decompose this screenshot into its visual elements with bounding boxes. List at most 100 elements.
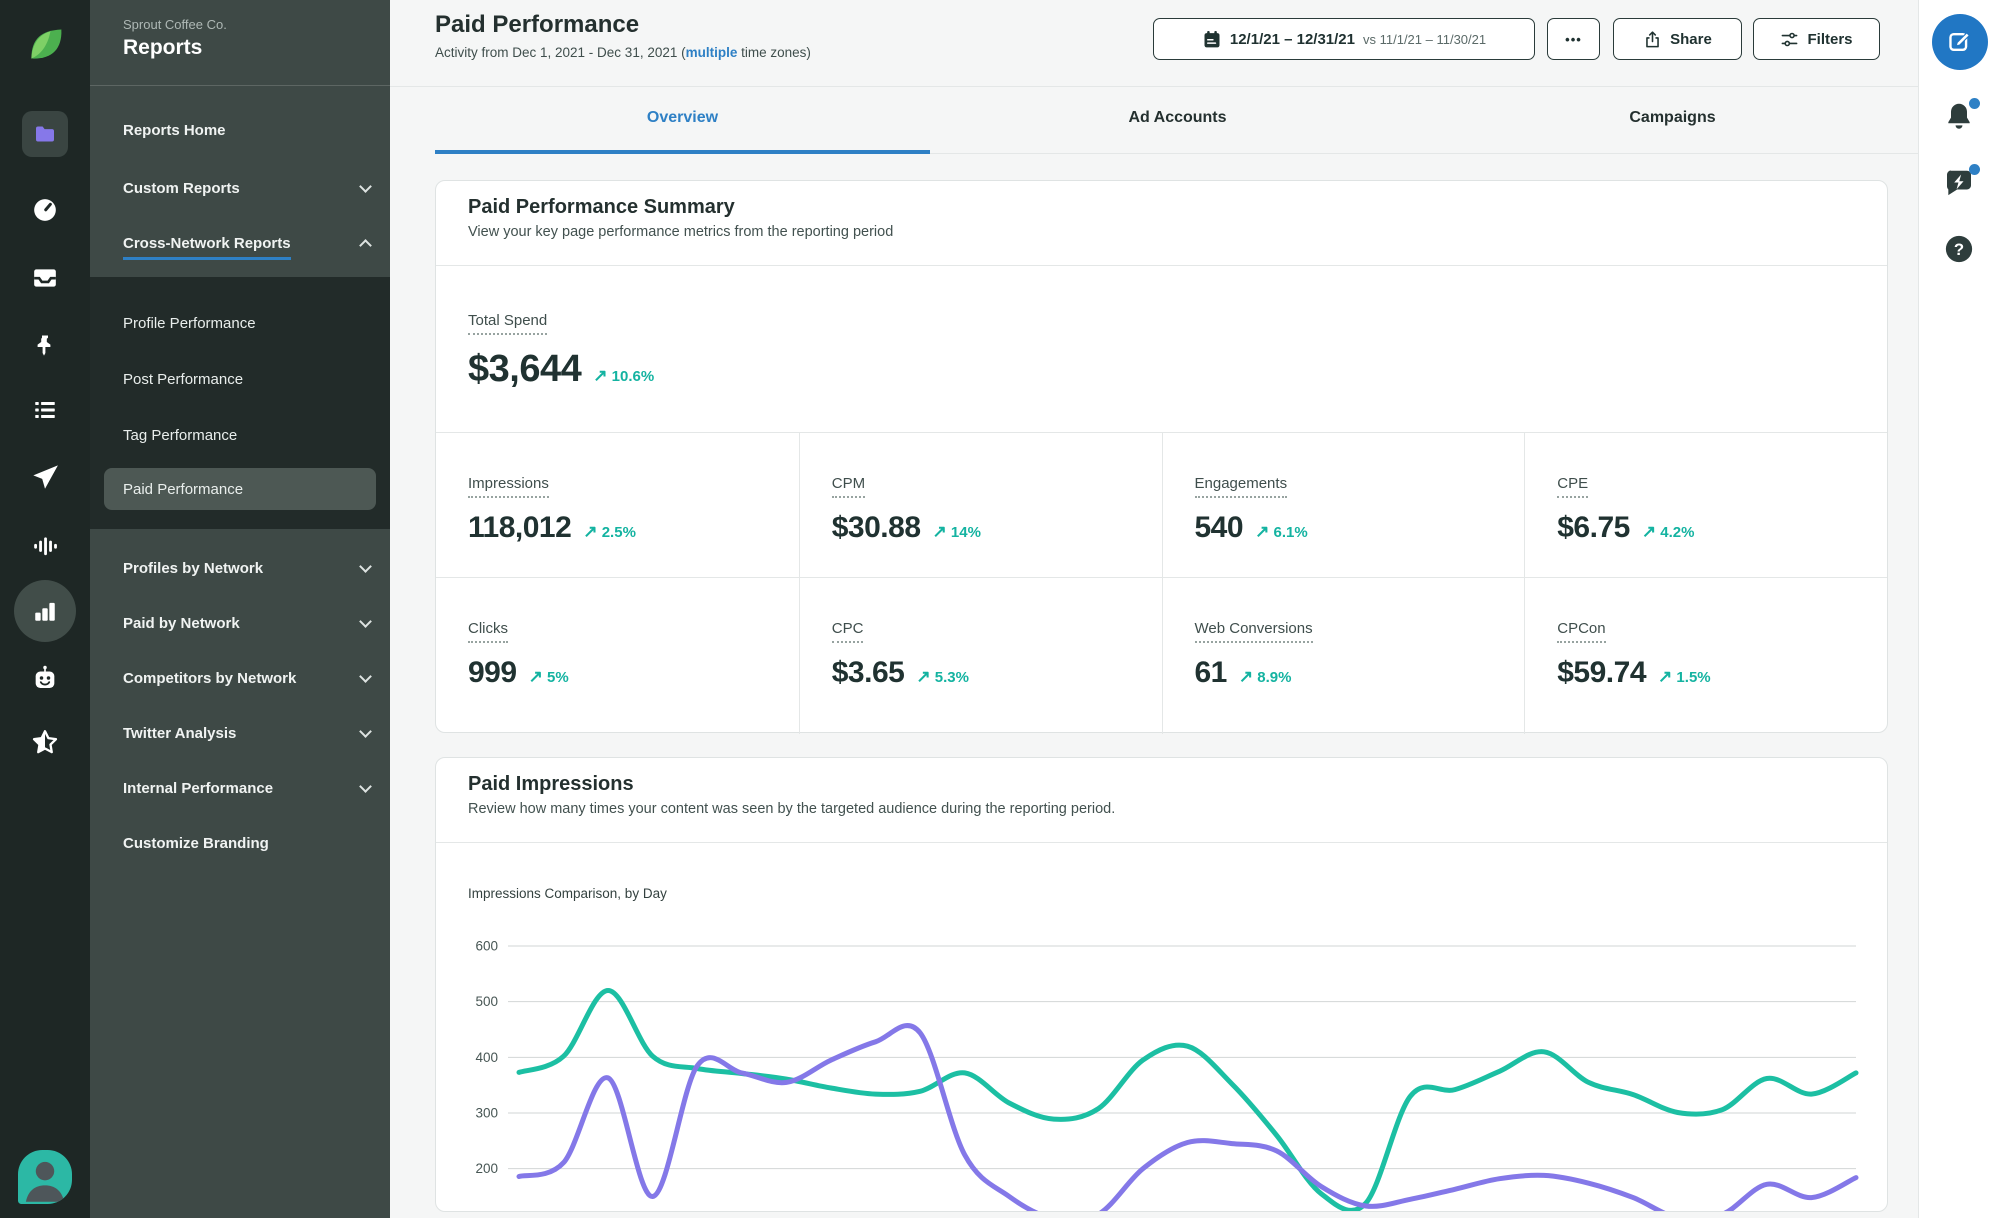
sidebar-item-twitter-analysis[interactable]: Twitter Analysis xyxy=(90,711,390,755)
report-tabs: Overview Ad Accounts Campaigns xyxy=(435,86,1920,154)
metric-label[interactable]: Clicks xyxy=(468,620,508,643)
sidebar-item-competitors-by-network[interactable]: Competitors by Network xyxy=(90,656,390,700)
sidebar-item-custom-reports[interactable]: Custom Reports xyxy=(90,166,390,210)
metric-cell-cpe: CPE $6.75 ↗ 4.2% xyxy=(1524,432,1887,577)
metric-cell-engagements: Engagements 540 ↗ 6.1% xyxy=(1161,432,1525,577)
favorites-star-icon[interactable] xyxy=(30,727,60,757)
tab-overview[interactable]: Overview xyxy=(435,86,930,154)
sidebar-item-label: Profiles by Network xyxy=(123,559,264,577)
metric-label[interactable]: CPE xyxy=(1557,475,1589,498)
impressions-card-subtitle: Review how many times your content was s… xyxy=(468,801,1116,817)
chevron-up-icon xyxy=(359,239,372,252)
impressions-card-header: Paid Impressions Review how many times y… xyxy=(436,758,1887,843)
metric-value: 540 xyxy=(1194,511,1244,544)
main-content: Paid Performance Activity from Dec 1, 20… xyxy=(390,0,1920,1218)
multiple-timezones-link[interactable]: multiple xyxy=(686,45,738,60)
sidebar-item-label: Internal Performance xyxy=(123,779,274,797)
metric-cell-impressions: Impressions 118,012 ↗ 2.5% xyxy=(436,432,799,577)
tab-campaigns[interactable]: Campaigns xyxy=(1425,86,1920,154)
page-title: Paid Performance xyxy=(435,11,640,38)
sprout-leaf-logo-icon[interactable] xyxy=(23,22,67,66)
metric-label[interactable]: CPC xyxy=(831,620,864,643)
notification-badge xyxy=(1968,98,1980,109)
trend-up-icon: ↗ xyxy=(1238,667,1254,686)
total-spend-metric: Total Spend $3,644 ↗ 10.6% xyxy=(436,266,1887,432)
app-icon-rail xyxy=(0,0,90,1218)
share-button[interactable]: Share xyxy=(1613,18,1742,60)
sidebar-item-internal-performance[interactable]: Internal Performance xyxy=(90,766,390,810)
subtitle-text: Activity from Dec 1, 2021 - Dec 31, 2021… xyxy=(435,45,686,60)
automation-bot-icon[interactable] xyxy=(30,663,60,693)
chart-line-teal-series[interactable] xyxy=(516,988,1859,1211)
y-axis-tick-label: 600 xyxy=(475,939,498,954)
metric-cell-clicks: Clicks 999 ↗ 5% xyxy=(436,577,799,734)
tab-ad-accounts[interactable]: Ad Accounts xyxy=(930,86,1425,154)
y-axis-tick-label: 200 xyxy=(475,1161,498,1176)
calendar-icon xyxy=(1202,29,1222,49)
chevron-down-icon xyxy=(359,779,372,793)
metric-value: 999 xyxy=(468,656,517,689)
listening-waveform-icon[interactable] xyxy=(31,532,59,560)
sidebar-item-cross-network-reports[interactable]: Cross-Network Reports xyxy=(90,221,390,265)
sidebar-subitem-tag-performance[interactable]: Tag Performance xyxy=(104,414,376,456)
publishing-plane-icon[interactable] xyxy=(30,462,60,492)
y-axis-tick-label: 300 xyxy=(475,1106,498,1121)
notifications-bell-icon[interactable] xyxy=(1943,98,1980,134)
ellipsis-icon: ••• xyxy=(1565,31,1582,47)
reports-folder-icon[interactable] xyxy=(22,111,68,157)
impressions-line-chart[interactable]: 600 500 400 300 200 xyxy=(436,881,1888,1212)
sidebar-item-label: Custom Reports xyxy=(123,179,240,197)
date-range-button[interactable]: 12/1/21 – 12/31/21 vs 11/1/21 – 11/30/21 xyxy=(1153,18,1535,60)
total-spend-delta: ↗ 10.6% xyxy=(593,366,655,385)
metric-cell-cpc: CPC $3.65 ↗ 5.3% xyxy=(798,577,1162,734)
share-label: Share xyxy=(1670,30,1712,48)
chart-line-purple-series[interactable] xyxy=(516,1023,1859,1212)
more-options-button[interactable]: ••• xyxy=(1547,18,1600,60)
user-avatar[interactable] xyxy=(18,1150,72,1204)
metric-label[interactable]: Impressions xyxy=(468,475,549,498)
smart-inbox-icon[interactable] xyxy=(31,264,59,292)
metric-value: $3.65 xyxy=(831,656,905,689)
summary-card-header: Paid Performance Summary View your key p… xyxy=(436,181,1887,266)
analytics-bars-icon[interactable] xyxy=(14,580,76,642)
metric-delta: ↗ 8.9% xyxy=(1238,667,1292,686)
task-list-icon[interactable] xyxy=(31,396,59,424)
subtitle-text-suffix: time zones) xyxy=(737,45,811,60)
metric-label[interactable]: Web Conversions xyxy=(1194,620,1313,643)
chevron-down-icon xyxy=(359,559,372,573)
sidebar-item-customize-branding[interactable]: Customize Branding xyxy=(90,821,390,865)
date-range-value: 12/1/21 – 12/31/21 xyxy=(1229,30,1355,48)
sidebar-subitem-paid-performance[interactable]: Paid Performance xyxy=(104,468,376,510)
trend-up-icon: ↗ xyxy=(1658,667,1673,686)
sidebar-subitem-post-performance[interactable]: Post Performance xyxy=(104,358,376,400)
metric-delta: ↗ 5% xyxy=(528,667,569,686)
sidebar-subitem-profile-performance[interactable]: Profile Performance xyxy=(104,302,376,344)
metric-label[interactable]: Engagements xyxy=(1194,475,1288,498)
paid-impressions-card: Paid Impressions Review how many times y… xyxy=(435,757,1888,1212)
y-axis-tick-label: 400 xyxy=(475,1050,498,1065)
metric-delta: ↗ 2.5% xyxy=(583,522,636,541)
sidebar-item-profiles-by-network[interactable]: Profiles by Network xyxy=(90,546,390,590)
automated-chat-icon[interactable] xyxy=(1943,164,1980,200)
sidebar-title: Reports xyxy=(123,36,203,59)
paid-performance-summary-card: Paid Performance Summary View your key p… xyxy=(435,180,1888,734)
metric-label[interactable]: CPM xyxy=(831,475,866,498)
filters-button[interactable]: Filters xyxy=(1753,18,1880,60)
chevron-down-icon xyxy=(359,179,372,193)
sidebar-item-label: Twitter Analysis xyxy=(123,724,237,742)
share-icon xyxy=(1643,30,1662,49)
chevron-down-icon xyxy=(359,724,372,738)
pinned-icon[interactable] xyxy=(31,331,59,359)
dashboard-gauge-icon[interactable] xyxy=(31,196,59,224)
impressions-card-title: Paid Impressions xyxy=(468,773,634,795)
sidebar-item-reports-home[interactable]: Reports Home xyxy=(90,108,390,152)
total-spend-label[interactable]: Total Spend xyxy=(468,312,548,335)
help-icon[interactable]: ? xyxy=(1944,234,1976,266)
summary-card-title: Paid Performance Summary xyxy=(468,196,735,218)
chevron-down-icon xyxy=(359,669,372,683)
sidebar-item-paid-by-network[interactable]: Paid by Network xyxy=(90,601,390,645)
chevron-down-icon xyxy=(359,614,372,628)
compose-button[interactable] xyxy=(1932,14,1988,70)
sidebar-item-label: Paid by Network xyxy=(123,614,240,632)
metric-label[interactable]: CPCon xyxy=(1557,620,1606,643)
